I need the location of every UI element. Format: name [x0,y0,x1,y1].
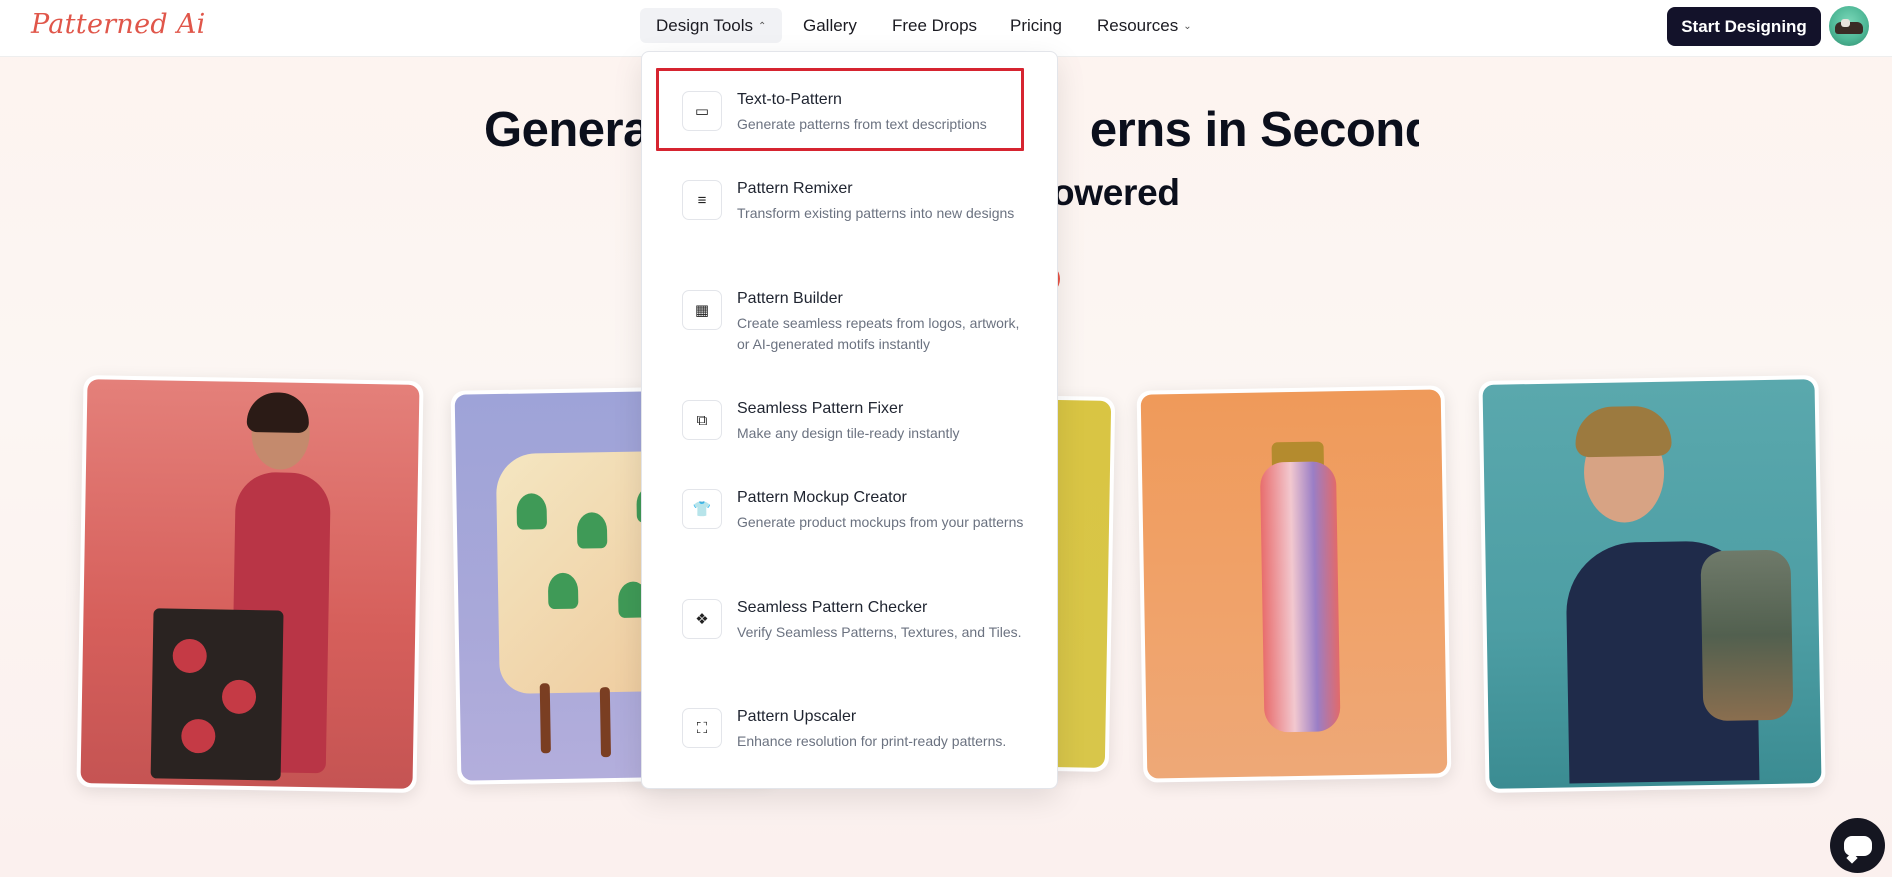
list-lines-icon: ≡ [682,180,722,220]
chat-bubble-icon [1843,835,1872,856]
chevron-up-icon: ⌃ [758,21,767,32]
site-header: Patterned Ai Design Tools ⌃ Gallery Free … [0,0,1892,57]
menu-item-description: Create seamless repeats from logos, artw… [737,315,1020,352]
nav-free-drops[interactable]: Free Drops [876,8,993,43]
showcase-card-tote [76,375,424,793]
hero-title-right: erns in Seconds [1089,103,1419,157]
design-tools-dropdown: ▭ Text-to-Pattern Generate patterns from… [641,51,1058,789]
menu-item-description: Enhance resolution for print-ready patte… [737,733,1007,749]
showcase-card-backpack [1478,375,1826,793]
user-avatar[interactable] [1829,6,1869,46]
menu-item-description: Verify Seamless Patterns, Textures, and … [737,624,1022,640]
menu-item-title: Pattern Remixer [737,180,853,197]
menu-item-title: Pattern Upscaler [737,708,857,725]
nav-resources[interactable]: Resources ⌄ [1081,8,1208,43]
menu-item-title: Pattern Builder [737,290,843,307]
highlight-box [656,68,1024,151]
menu-item-title: Pattern Mockup Creator [737,489,907,506]
showcase-card-bottle [1136,385,1452,783]
nav-gallery[interactable]: Gallery [787,8,873,43]
grid-pattern-icon: ▦ [682,290,722,330]
showcase-image-bottle [1140,389,1448,779]
hero-title-left: Genera [484,103,650,157]
menu-item-title: Seamless Pattern Fixer [737,400,904,417]
nav-design-tools[interactable]: Design Tools ⌃ [640,8,783,43]
brand-logo[interactable]: Patterned Ai [31,9,206,40]
chat-widget-button[interactable] [1830,818,1885,873]
tshirt-icon: 👕 [682,489,722,529]
avatar-cow-patch [1841,19,1850,27]
hero-subtitle: owered [1052,172,1180,213]
nav-resources-label: Resources [1097,16,1179,35]
expand-arrows-icon: ⛶ [682,708,722,748]
chevron-down-icon: ⌄ [1183,21,1192,32]
diamond-dots-icon: ❖ [682,599,722,639]
menu-item-description: Make any design tile-ready instantly [737,425,960,441]
nav-pricing[interactable]: Pricing [994,8,1078,43]
tile-frame-icon: ⧉ [682,400,722,440]
showcase-image-backpack [1482,379,1822,789]
menu-item-description: Transform existing patterns into new des… [737,205,1015,221]
menu-item-description: Generate product mockups from your patte… [737,514,1024,530]
start-designing-button[interactable]: Start Designing [1667,7,1821,46]
menu-item-title: Seamless Pattern Checker [737,599,928,616]
nav-design-tools-label: Design Tools [656,16,754,35]
showcase-image-tote [80,379,420,789]
